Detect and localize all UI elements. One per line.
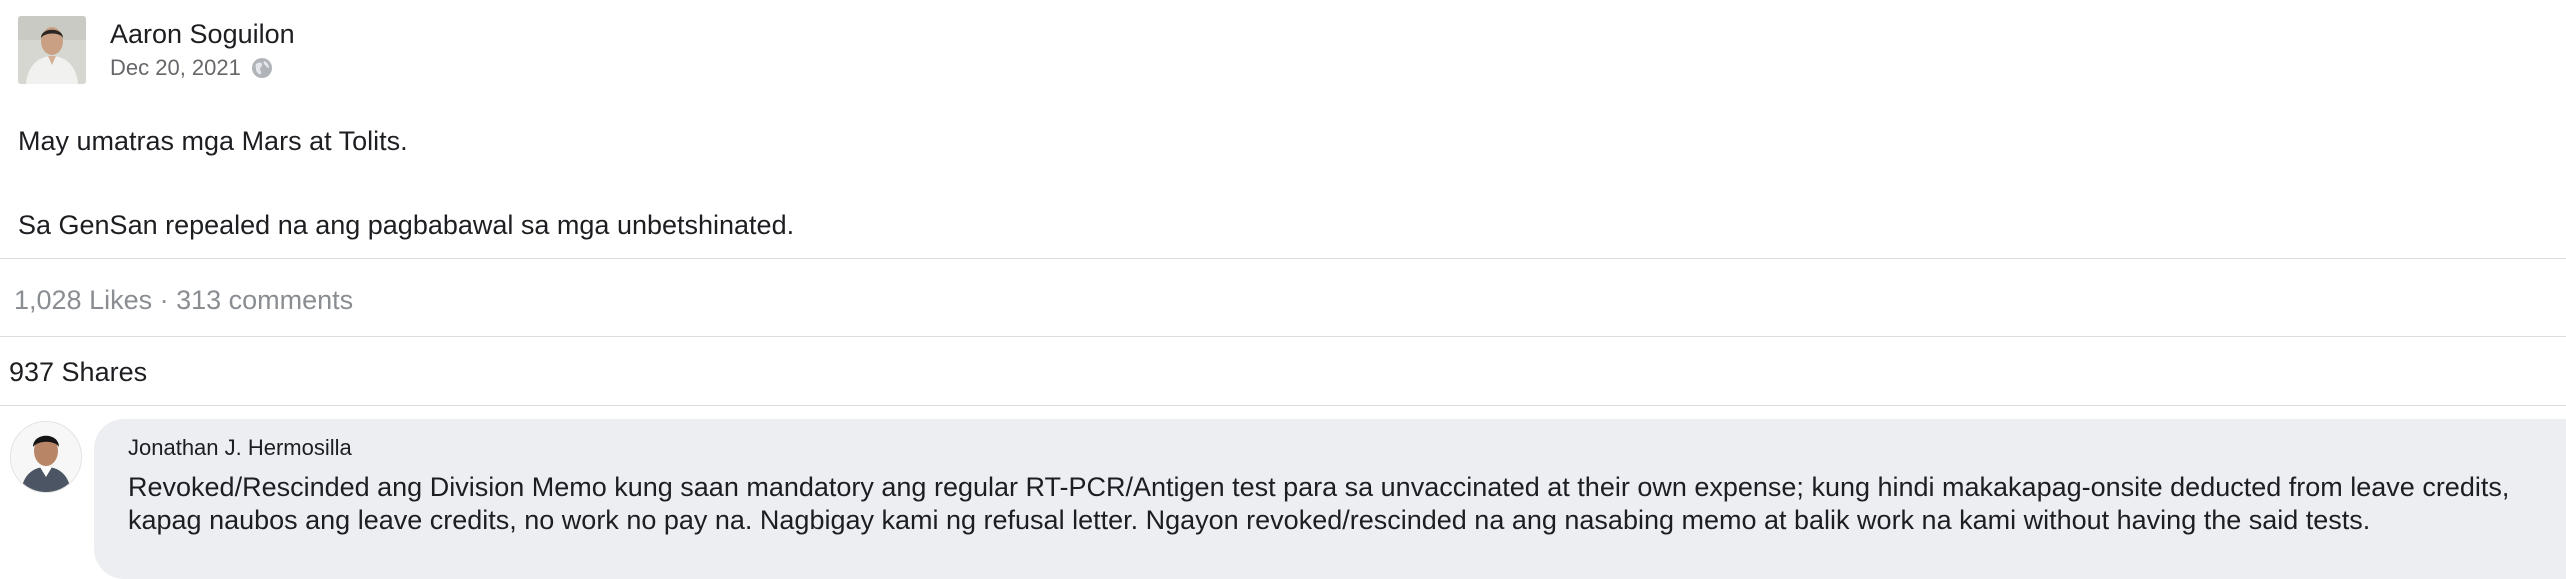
comment-author[interactable]: Jonathan J. Hermosilla [128,434,352,462]
divider [0,336,2566,337]
author-photo [18,16,86,84]
divider [0,405,2566,406]
post-body: May umatras mga Mars at Tolits. Sa GenSa… [18,124,794,242]
author-avatar[interactable] [18,16,86,84]
comment-bubble: Jonathan J. Hermosilla Revoked/Rescinded… [94,419,2566,579]
post-header: Aaron Soguilon Dec 20, 2021 [18,16,295,84]
post-paragraph: Sa GenSan repealed na ang pagbabawal sa … [18,210,795,240]
globe-icon [251,58,272,78]
comment-text: Revoked/Rescinded ang Division Memo kung… [128,472,2510,535]
share-count[interactable]: 937 Shares [9,355,147,389]
reaction-stats[interactable]: 1,028 Likes · 313 comments [14,283,353,317]
commenter-avatar[interactable] [10,421,82,493]
divider [0,258,2566,259]
post-date[interactable]: Dec 20, 2021 [110,54,241,82]
author-name[interactable]: Aaron Soguilon [110,17,295,51]
commenter-photo [11,422,81,492]
post-meta: Dec 20, 2021 [110,54,295,82]
post-paragraph: May umatras mga Mars at Tolits. [18,126,408,156]
author-block: Aaron Soguilon Dec 20, 2021 [110,16,295,84]
